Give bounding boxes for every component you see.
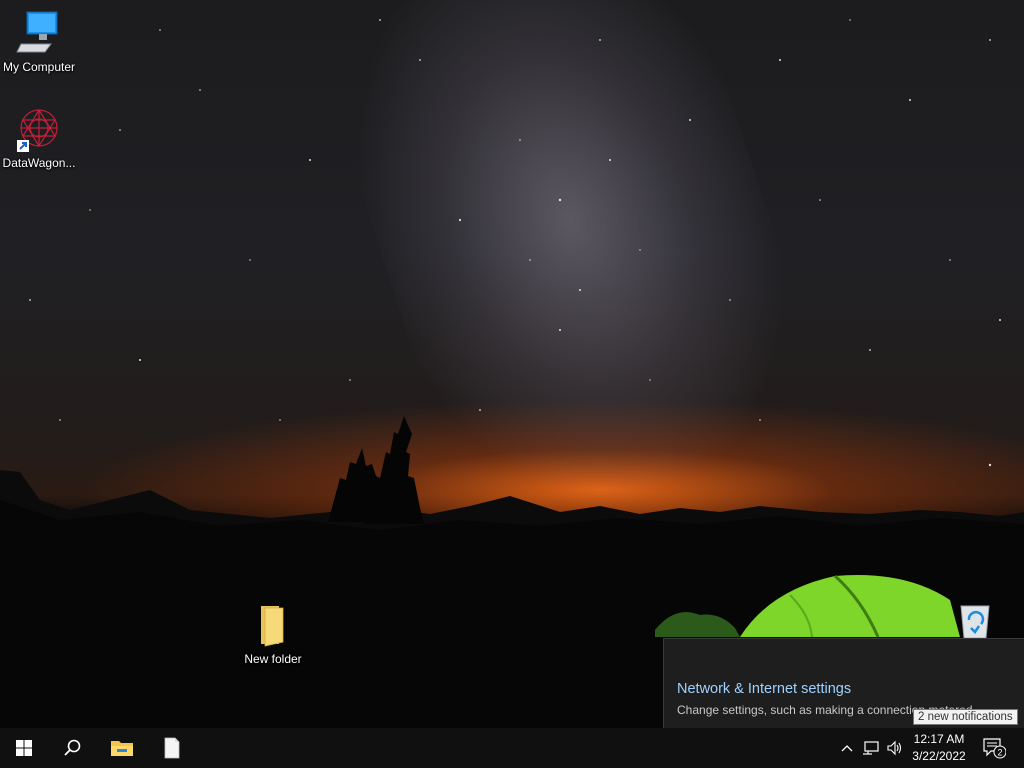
document-taskbar-button[interactable] <box>148 728 196 768</box>
folder-icon <box>249 602 297 650</box>
start-icon <box>16 740 32 756</box>
search-icon <box>64 739 81 756</box>
network-icon <box>863 741 879 755</box>
computer-icon <box>15 10 63 58</box>
network-internet-settings-link[interactable]: Network & Internet settings <box>677 681 851 697</box>
volume-tray-button[interactable] <box>884 728 906 768</box>
notification-count-badge: 2 <box>997 748 1002 758</box>
chevron-up-icon <box>841 745 853 752</box>
desktop-icon-label: New folder <box>244 652 302 666</box>
clock-date: 3/22/2022 <box>912 749 966 763</box>
volume-icon <box>887 740 902 756</box>
desktop-icon-label: My Computer <box>2 60 76 74</box>
clock-time: 12:17 AM <box>913 732 965 746</box>
taskbar: 12:17 AM 3/22/2022 2 <box>0 728 1024 768</box>
start-button[interactable] <box>0 728 48 768</box>
search-button[interactable] <box>48 728 96 768</box>
desktop-icon-my-computer[interactable]: My Computer <box>0 10 79 74</box>
system-clock[interactable]: 12:17 AM 3/22/2022 <box>906 728 972 768</box>
desktop[interactable]: My Computer DataWagon... New folder Netw… <box>0 0 1024 728</box>
network-tray-button[interactable] <box>860 728 882 768</box>
desktop-icon-new-folder[interactable]: New folder <box>233 602 313 666</box>
action-center-button[interactable]: 2 <box>978 728 1010 768</box>
desktop-icon-label: DataWagon... <box>2 156 76 170</box>
show-hidden-icons-button[interactable] <box>838 728 856 768</box>
file-explorer-icon <box>111 741 133 756</box>
notifications-tooltip: 2 new notifications <box>913 709 1018 725</box>
desktop-icon-datawagon[interactable]: DataWagon... <box>0 106 79 170</box>
datawagon-shortcut-icon <box>15 106 63 154</box>
document-icon <box>164 737 180 759</box>
file-explorer-button[interactable] <box>98 728 146 768</box>
action-center-icon: 2 <box>983 738 1006 759</box>
